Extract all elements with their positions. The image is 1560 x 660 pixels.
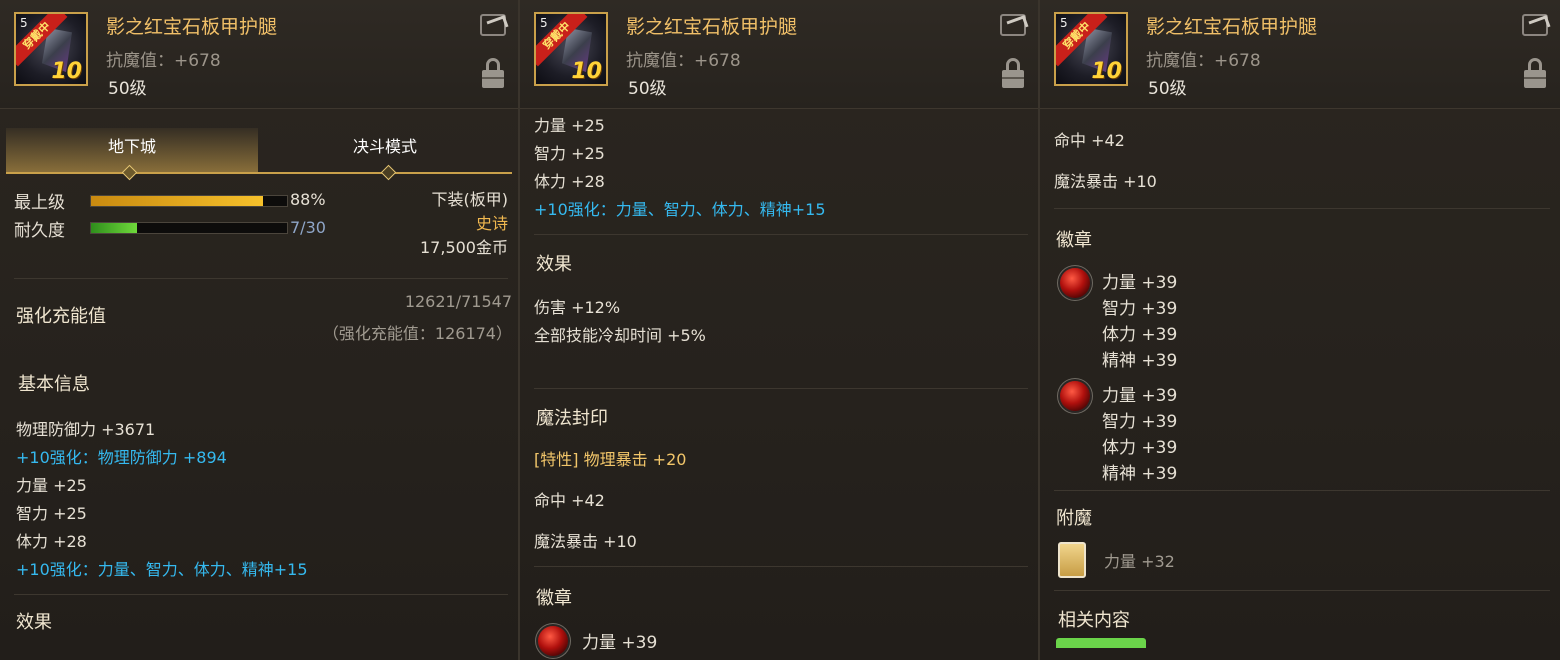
item-resist: 抗魔值：+678 <box>1146 51 1261 71</box>
related-tab-indicator[interactable] <box>1056 638 1146 648</box>
share-icon[interactable] <box>480 14 506 36</box>
item-tooltip-panel-2: 5 穿戴中 10 影之红宝石板甲护腿 抗魔值：+678 50级 力量 +25 智… <box>520 0 1040 660</box>
enchant-card-icon <box>1058 542 1086 578</box>
tooltip-body: 力量 +25 智力 +25 体力 +28 +10强化：力量、智力、体力、精神+1… <box>520 110 1038 660</box>
effect-line: 伤害 +12% <box>534 298 621 317</box>
emblem-stat: 力量 +39 <box>1102 386 1178 406</box>
tooltip-body: 地下城 决斗模式 最上级 88% 耐久度 7/30 下装(板甲) 史诗 17,5… <box>0 110 518 660</box>
max-level-value: 88% <box>290 190 326 209</box>
stat-line: 体力 +28 <box>534 172 605 191</box>
emblem-stat: 精神 +39 <box>1102 351 1178 371</box>
tab-underline <box>6 172 512 174</box>
item-rarity: 史诗 <box>475 214 508 233</box>
related-title[interactable]: 相关内容 <box>1058 606 1130 632</box>
item-leg-armor-icon: 5 穿戴中 10 <box>1054 12 1128 86</box>
item-leg-armor-icon: 5 穿戴中 10 <box>14 12 88 86</box>
max-level-fill <box>91 196 264 206</box>
lock-icon[interactable] <box>1002 58 1024 88</box>
emblem-stat: 体力 +39 <box>1102 325 1178 345</box>
item-name: 影之红宝石板甲护腿 <box>626 16 798 38</box>
seal-hit: 命中 +42 <box>534 491 605 510</box>
item-name: 影之红宝石板甲护腿 <box>1146 16 1318 38</box>
item-level: 50级 <box>628 79 667 99</box>
max-level-bar <box>90 195 288 207</box>
emblem-stat: 精神 +39 <box>1102 464 1178 484</box>
item-level: 50级 <box>108 79 147 99</box>
stat-line: 力量 +25 <box>16 476 87 495</box>
basic-info-title: 基本信息 <box>18 374 90 395</box>
icon-level: 5 <box>1060 16 1068 30</box>
divider <box>1054 208 1550 209</box>
emblem-stat: 力量 +39 <box>1102 273 1178 293</box>
icon-level: 5 <box>540 16 548 30</box>
emblem-stat: 力量 +39 <box>582 633 658 653</box>
enchant-title: 附魔 <box>1056 508 1092 529</box>
divider <box>14 594 508 595</box>
item-resist: 抗魔值：+678 <box>106 51 221 71</box>
tab-dungeon[interactable]: 地下城 <box>6 128 258 172</box>
durability-value: 7/30 <box>290 218 326 237</box>
divider <box>534 388 1028 389</box>
durability-fill <box>91 223 137 233</box>
item-level: 50级 <box>1148 79 1187 99</box>
emblem-stat: 体力 +39 <box>1102 438 1178 458</box>
seal-trait: [特性] 物理暴击 +20 <box>534 450 687 469</box>
charge-value: 12621/71547 <box>404 292 512 311</box>
charge-label: 强化充能值 <box>16 306 106 327</box>
durability-label: 耐久度 <box>14 221 65 241</box>
stat-line: 物理防御力 +3671 <box>16 420 156 439</box>
stat-line: 体力 +28 <box>16 532 87 551</box>
item-price: 17,500金币 <box>420 238 508 257</box>
item-header: 5 穿戴中 10 影之红宝石板甲护腿 抗魔值：+678 50级 <box>520 0 1038 109</box>
item-tooltip-panel-3: 5 穿戴中 10 影之红宝石板甲护腿 抗魔值：+678 50级 命中 +42 魔… <box>1040 0 1560 660</box>
item-leg-armor-icon: 5 穿戴中 10 <box>534 12 608 86</box>
enhance-level-badge: 10 <box>1091 59 1122 84</box>
durability-bar <box>90 222 288 234</box>
lock-icon[interactable] <box>1524 58 1546 88</box>
seal-title: 魔法封印 <box>536 408 608 429</box>
item-slot: 下装(板甲) <box>431 190 509 209</box>
item-name: 影之红宝石板甲护腿 <box>106 16 278 38</box>
emblem-stat: 智力 +39 <box>1102 412 1178 432</box>
effect-title: 效果 <box>16 612 52 633</box>
emblem-stat: 智力 +39 <box>1102 299 1178 319</box>
tooltip-body: 命中 +42 魔法暴击 +10 徽章 力量 +39 智力 +39 体力 +39 … <box>1040 110 1560 660</box>
enchant-value: 力量 +32 <box>1104 552 1175 571</box>
red-emblem-icon <box>1060 381 1090 411</box>
divider <box>534 566 1028 567</box>
icon-level: 5 <box>20 16 28 30</box>
item-resist: 抗魔值：+678 <box>626 51 741 71</box>
divider <box>1054 590 1550 591</box>
effect-line: 全部技能冷却时间 +5% <box>534 326 706 345</box>
charge-sub: （强化充能值：126174） <box>322 324 512 343</box>
share-icon[interactable] <box>1000 14 1026 36</box>
stat-line: +10强化：力量、智力、体力、精神+15 <box>534 200 826 219</box>
effect-title: 效果 <box>536 254 572 275</box>
stat-line: 力量 +25 <box>534 116 605 135</box>
enhance-level-badge: 10 <box>51 59 82 84</box>
stat-line: +10强化：力量、智力、体力、精神+15 <box>16 560 308 579</box>
red-emblem-icon <box>1060 268 1090 298</box>
stat-line: 智力 +25 <box>16 504 87 523</box>
seal-crit: 魔法暴击 +10 <box>1054 172 1157 191</box>
emblem-title: 徽章 <box>1056 230 1092 251</box>
share-icon[interactable] <box>1522 14 1548 36</box>
stat-line: +10强化：物理防御力 +894 <box>16 448 227 467</box>
tab-pvp[interactable]: 决斗模式 <box>258 128 512 172</box>
divider <box>534 234 1028 235</box>
stat-line: 智力 +25 <box>534 144 605 163</box>
max-level-label: 最上级 <box>14 193 65 213</box>
divider <box>1054 490 1550 491</box>
seal-hit: 命中 +42 <box>1054 131 1125 150</box>
divider <box>14 278 508 279</box>
red-emblem-icon <box>538 626 568 656</box>
seal-crit: 魔法暴击 +10 <box>534 532 637 551</box>
item-header: 5 穿戴中 10 影之红宝石板甲护腿 抗魔值：+678 50级 <box>1040 0 1560 109</box>
item-tooltip-panel-1: 5 穿戴中 10 影之红宝石板甲护腿 抗魔值：+678 50级 地下城 决斗模式… <box>0 0 520 660</box>
emblem-title: 徽章 <box>536 588 572 609</box>
enhance-level-badge: 10 <box>571 59 602 84</box>
lock-icon[interactable] <box>482 58 504 88</box>
item-header: 5 穿戴中 10 影之红宝石板甲护腿 抗魔值：+678 50级 <box>0 0 518 109</box>
